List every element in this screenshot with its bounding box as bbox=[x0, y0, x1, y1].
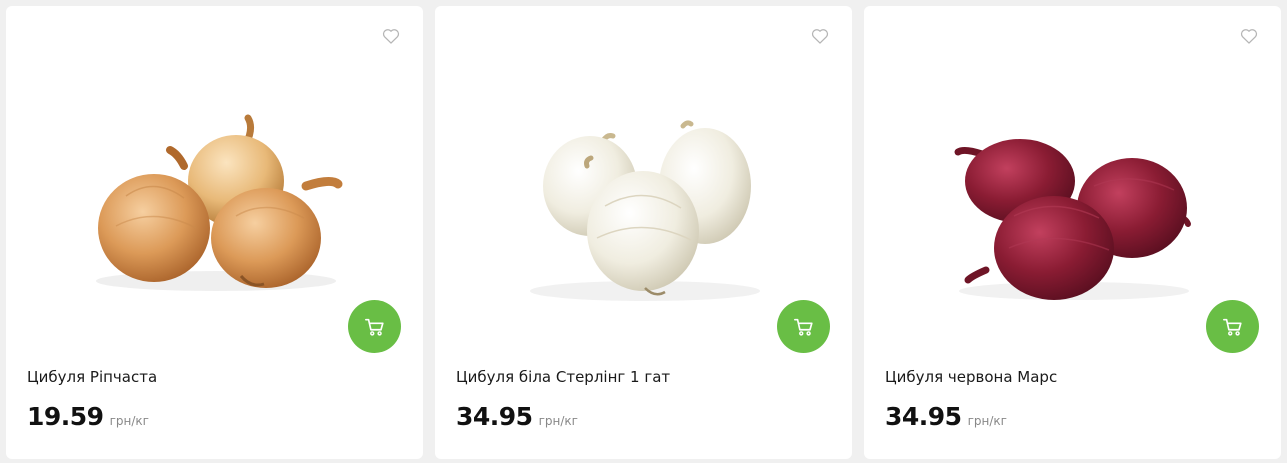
product-name[interactable]: Цибуля Ріпчаста bbox=[27, 368, 157, 386]
product-card[interactable]: Цибуля біла Стерлінг 1 гат 34.95 грн/кг bbox=[435, 6, 852, 459]
price-unit: грн/кг bbox=[538, 414, 578, 428]
price-unit: грн/кг bbox=[109, 414, 149, 428]
price-row: 19.59 грн/кг bbox=[27, 402, 149, 431]
product-image-white-onions[interactable] bbox=[505, 66, 782, 351]
favorite-heart-icon[interactable] bbox=[810, 26, 830, 46]
product-image-yellow-onions[interactable] bbox=[76, 66, 353, 351]
product-name[interactable]: Цибуля червона Марс bbox=[885, 368, 1057, 386]
price-row: 34.95 грн/кг bbox=[456, 402, 578, 431]
shopping-cart-icon bbox=[1222, 318, 1242, 336]
price-unit: грн/кг bbox=[967, 414, 1007, 428]
add-to-cart-button[interactable] bbox=[348, 300, 401, 353]
product-card[interactable]: Цибуля червона Марс 34.95 грн/кг bbox=[864, 6, 1281, 459]
price-row: 34.95 грн/кг bbox=[885, 402, 1007, 431]
add-to-cart-button[interactable] bbox=[777, 300, 830, 353]
product-grid: Цибуля Ріпчаста 19.59 грн/кг Цибуля біла… bbox=[6, 6, 1281, 459]
product-name[interactable]: Цибуля біла Стерлінг 1 гат bbox=[456, 368, 670, 386]
product-card[interactable]: Цибуля Ріпчаста 19.59 грн/кг bbox=[6, 6, 423, 459]
add-to-cart-button[interactable] bbox=[1206, 300, 1259, 353]
product-price: 19.59 bbox=[27, 402, 104, 431]
favorite-heart-icon[interactable] bbox=[381, 26, 401, 46]
product-image-red-onions[interactable] bbox=[934, 66, 1211, 351]
product-price: 34.95 bbox=[885, 402, 962, 431]
shopping-cart-icon bbox=[793, 318, 813, 336]
product-price: 34.95 bbox=[456, 402, 533, 431]
favorite-heart-icon[interactable] bbox=[1239, 26, 1259, 46]
shopping-cart-icon bbox=[364, 318, 384, 336]
